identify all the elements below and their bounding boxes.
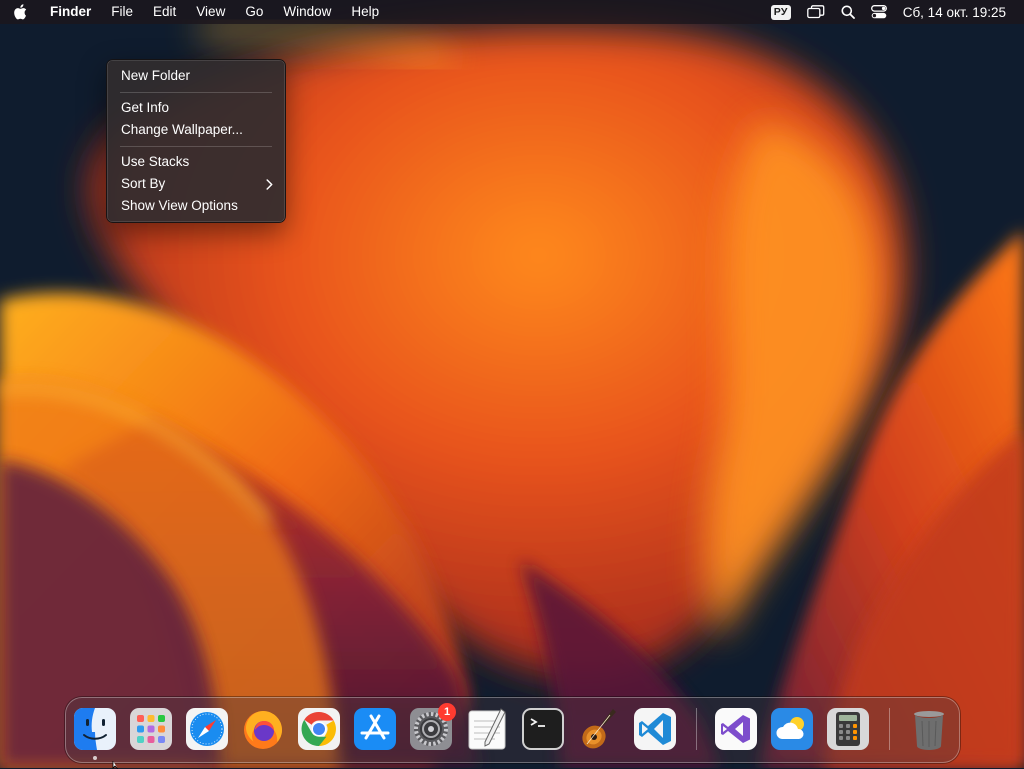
dock-garageband-icon[interactable]	[577, 707, 621, 751]
dock-textedit-icon[interactable]	[465, 707, 509, 751]
menu-item-sort-by-label: Sort By	[121, 176, 166, 191]
menu-help[interactable]: Help	[341, 0, 389, 24]
menu-bar: Finder File Edit View Go Window Help РУ	[0, 0, 1024, 24]
notification-badge: 1	[438, 703, 456, 721]
input-language-icon[interactable]: РУ	[770, 0, 791, 24]
screen-mirroring-icon[interactable]	[806, 0, 825, 24]
running-indicator-dot	[93, 756, 97, 760]
apple-menu-icon[interactable]	[0, 0, 40, 24]
menu-bar-clock[interactable]: Сб, 14 окт. 19:25	[903, 5, 1006, 20]
dock-separator	[696, 708, 697, 750]
menu-edit[interactable]: Edit	[143, 0, 186, 24]
menu-item-use-stacks[interactable]: Use Stacks	[107, 151, 285, 173]
menu-bar-status-area: РУ Сб, 14 окт. 19:25	[755, 0, 1024, 24]
dock-trash-icon[interactable]	[907, 707, 951, 751]
dock-calculator-icon[interactable]	[826, 707, 870, 751]
dock-system-settings-icon[interactable]: 1	[409, 703, 456, 751]
input-language-label: РУ	[770, 4, 791, 20]
dock-vscode-icon[interactable]	[633, 707, 677, 751]
menu-file[interactable]: File	[101, 0, 143, 24]
menu-go[interactable]: Go	[235, 0, 273, 24]
menu-item-change-wallpaper[interactable]: Change Wallpaper...	[107, 119, 285, 141]
dock: 1	[65, 697, 960, 763]
dock-firefox-icon[interactable]	[241, 707, 285, 751]
menu-item-show-view-options[interactable]: Show View Options	[107, 195, 285, 217]
spotlight-search-icon[interactable]	[841, 0, 855, 24]
dock-finder-icon[interactable]	[73, 707, 117, 751]
menu-item-new-folder[interactable]: New Folder	[107, 65, 285, 87]
menu-item-sort-by[interactable]: Sort By	[107, 173, 285, 195]
menu-view[interactable]: View	[186, 0, 235, 24]
dock-terminal-icon[interactable]	[521, 707, 565, 751]
dock-app-store-icon[interactable]	[353, 707, 397, 751]
dock-weather-icon[interactable]	[770, 707, 814, 751]
menu-bar-left: Finder File Edit View Go Window Help	[0, 0, 389, 24]
menu-separator	[120, 146, 272, 147]
menu-app-finder[interactable]: Finder	[40, 0, 101, 24]
desktop-context-menu: New Folder Get Info Change Wallpaper... …	[106, 59, 286, 223]
dock-chrome-icon[interactable]	[297, 707, 341, 751]
menu-item-get-info[interactable]: Get Info	[107, 97, 285, 119]
menu-separator	[120, 92, 272, 93]
control-center-icon[interactable]	[870, 0, 887, 24]
dock-separator	[889, 708, 890, 750]
dock-safari-icon[interactable]	[185, 707, 229, 751]
dock-launchpad-icon[interactable]	[129, 707, 173, 751]
menu-window[interactable]: Window	[273, 0, 341, 24]
dock-visual-studio-icon[interactable]	[714, 707, 758, 751]
chevron-right-icon	[266, 173, 273, 195]
